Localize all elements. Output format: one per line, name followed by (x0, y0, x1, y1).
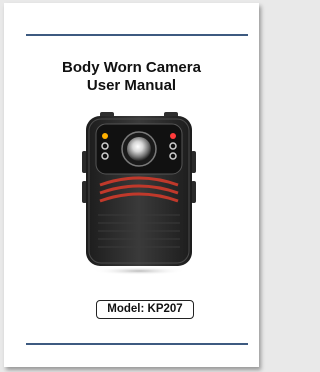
model-number-badge: Model: KP207 (96, 300, 194, 319)
top-rule (26, 34, 248, 36)
body-camera-illustration (82, 112, 196, 275)
bottom-rule (26, 343, 248, 345)
manual-cover-page: Body Worn Camera User Manual Model: KP20… (4, 3, 259, 367)
manual-title-line2: User Manual (86, 77, 177, 94)
manual-title-line1: Body Worn Camera (62, 59, 201, 76)
